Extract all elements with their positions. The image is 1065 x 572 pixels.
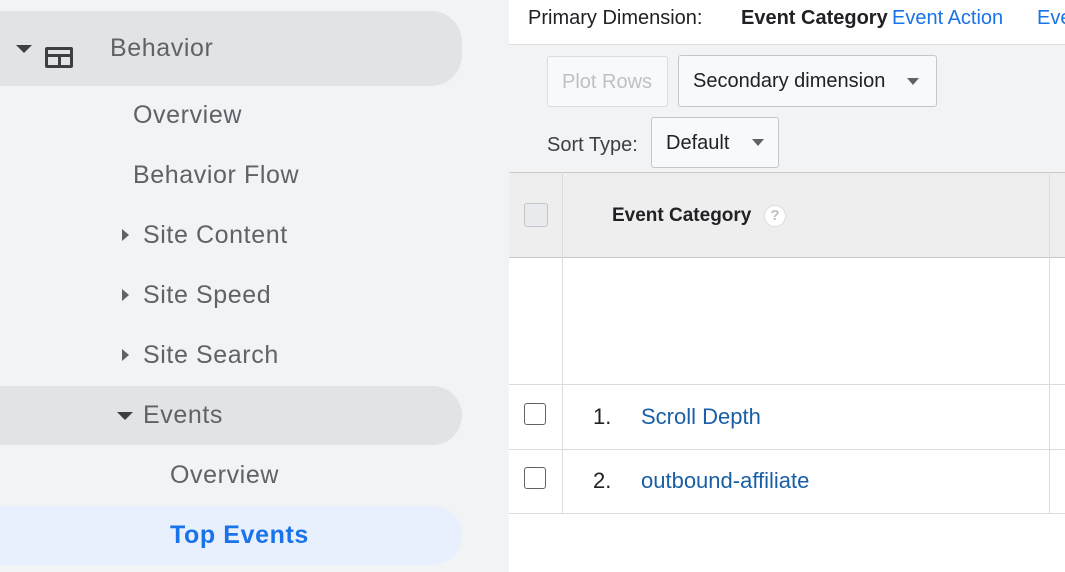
column-divider [1049, 172, 1050, 514]
sidebar-item-top-events[interactable]: Top Events [0, 506, 462, 565]
sidebar-item-label: Site Search [143, 341, 279, 369]
row-event-category-link[interactable]: outbound-affiliate [641, 468, 809, 494]
table-toolbar: Plot Rows Secondary dimension Sort Type:… [509, 44, 1065, 173]
expand-caret-icon [122, 229, 129, 241]
sidebar-item-label: Overview [170, 461, 279, 489]
sort-type-value: Default [666, 132, 730, 154]
row-divider [509, 384, 1065, 385]
primary-dimension-label: Primary Dimension: [528, 7, 703, 29]
chevron-down-icon [907, 78, 919, 85]
row-index: 2. [593, 468, 612, 493]
sidebar-item-behavior[interactable]: Behavior [0, 11, 462, 86]
sidebar-item-label: Site Speed [143, 281, 272, 309]
expand-caret-icon [117, 412, 133, 420]
sidebar-item-events[interactable]: Events [0, 386, 462, 445]
expand-caret-icon [16, 45, 32, 53]
row-checkbox[interactable] [524, 467, 546, 489]
row-index: 1. [593, 404, 612, 429]
sidebar-item-label: Overview [133, 101, 242, 129]
sort-type-label: Sort Type: [547, 134, 638, 156]
sidebar-nav: Behavior Overview Behavior Flow Site Con… [0, 0, 509, 572]
column-divider [562, 172, 563, 514]
expand-caret-icon [122, 349, 129, 361]
select-all-checkbox[interactable] [524, 203, 548, 227]
table-header-row [509, 172, 1065, 258]
row-divider [509, 513, 1065, 514]
report-panel: Primary Dimension: Event Category Event … [509, 0, 1065, 572]
row-divider [509, 449, 1065, 450]
secondary-dimension-dropdown[interactable]: Secondary dimension [678, 55, 937, 107]
sidebar-item-label: Site Content [143, 221, 288, 249]
behavior-icon [45, 47, 73, 68]
row-event-category-link[interactable]: Scroll Depth [641, 404, 761, 430]
expand-caret-icon [122, 289, 129, 301]
plot-rows-button[interactable]: Plot Rows [547, 56, 668, 107]
sidebar-item-label: Behavior [110, 34, 214, 62]
sidebar-item-label: Top Events [170, 521, 309, 549]
column-header-event-category[interactable]: Event Category [612, 204, 751, 228]
sort-type-dropdown[interactable]: Default [651, 117, 779, 168]
dimension-event-action-link[interactable]: Event Action [892, 6, 1003, 30]
sidebar-item-label: Events [143, 401, 224, 429]
help-icon[interactable]: ? [764, 205, 786, 227]
secondary-dimension-label: Secondary dimension [693, 70, 886, 92]
dimension-event-category[interactable]: Event Category [741, 6, 888, 30]
dimension-event-label-link[interactable]: Eve [1037, 6, 1065, 30]
row-checkbox[interactable] [524, 403, 546, 425]
chevron-down-icon [752, 139, 764, 146]
sidebar-item-label: Behavior Flow [133, 161, 300, 189]
primary-dimension-bar: Primary Dimension: Event Category Event … [528, 6, 1065, 30]
